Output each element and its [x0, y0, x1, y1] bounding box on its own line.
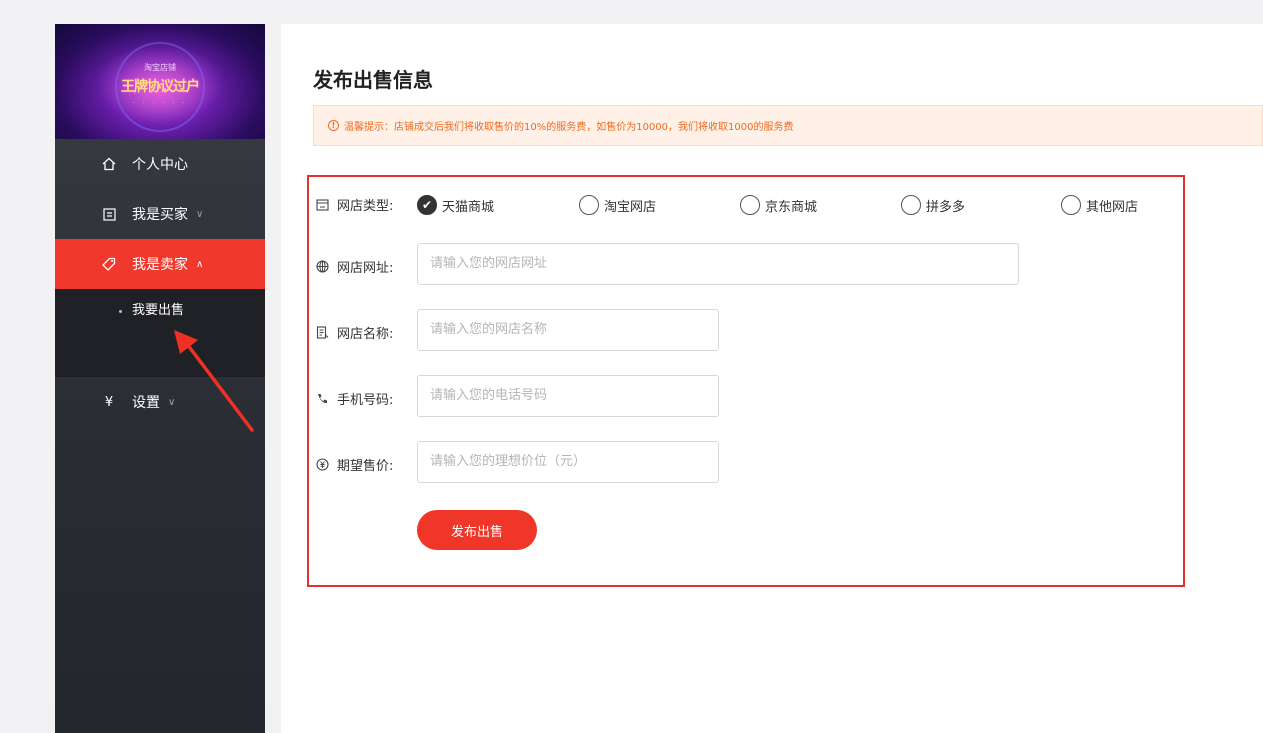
radio-pinduoduo[interactable]: 拼多多	[901, 195, 965, 215]
sidebar-item-seller[interactable]: 我是卖家 ∧	[55, 239, 265, 289]
shop-name-input[interactable]: 请输入您的网店名称	[417, 309, 719, 351]
radio-taobao[interactable]: 淘宝网店	[579, 195, 656, 215]
shop-url-input[interactable]: 请输入您的网店网址	[417, 243, 1019, 285]
phone-label: 手机号码:	[337, 393, 394, 408]
info-icon: !	[328, 120, 339, 131]
price-input[interactable]: 请输入您的理想价位（元）	[417, 441, 719, 483]
sell-form: 网店类型: ✔ 天猫商城 淘宝网店 京东商城 拼多多 其他网店 网店网址: 请输…	[307, 175, 1185, 587]
shop-name-label: 网店名称:	[337, 327, 394, 342]
check-icon: ✔	[417, 195, 437, 215]
banner-caption: · · · · · ·	[133, 100, 187, 107]
page-title: 发布出售信息	[313, 68, 433, 92]
sidebar-item-label: 我是卖家	[132, 257, 188, 273]
main-panel: 发布出售信息 ! 温馨提示：店铺成交后我们将收取售价的10%的服务费，如售价为1…	[281, 24, 1263, 733]
globe-icon	[315, 260, 329, 274]
sidebar-item-label: 我是买家	[132, 207, 188, 223]
radio-circle-icon	[1061, 195, 1081, 215]
radio-tmall[interactable]: ✔ 天猫商城	[417, 195, 494, 215]
submit-button[interactable]: 发布出售	[417, 510, 537, 550]
phone-input[interactable]: 请输入您的电话号码	[417, 375, 719, 417]
shop-url-label: 网店网址:	[337, 261, 394, 276]
radio-label: 淘宝网店	[604, 199, 657, 215]
yuan-coin-icon	[315, 458, 329, 472]
phone-icon	[315, 392, 329, 406]
radio-jd[interactable]: 京东商城	[740, 195, 817, 215]
radio-label: 京东商城	[765, 199, 818, 215]
tag-icon	[101, 256, 117, 272]
phone-row: 手机号码:	[315, 389, 408, 408]
submenu-item-sell[interactable]: 我要出售	[55, 301, 265, 321]
radio-other[interactable]: 其他网店	[1061, 195, 1138, 215]
bullet-icon	[119, 310, 122, 313]
sidebar-item-label: 设置	[132, 395, 160, 411]
shop-type-label: 网店类型:	[337, 199, 394, 214]
price-row: 期望售价:	[315, 455, 408, 474]
annotation-arrow-icon	[174, 330, 254, 432]
shop-url-row: 网店网址:	[315, 257, 408, 276]
notice-banner: ! 温馨提示：店铺成交后我们将收取售价的10%的服务费，如售价为10000，我们…	[313, 105, 1263, 146]
document-icon	[315, 326, 329, 340]
price-label: 期望售价:	[337, 459, 394, 474]
radio-label: 其他网店	[1086, 199, 1139, 215]
radio-circle-icon	[901, 195, 921, 215]
list-icon	[101, 206, 117, 222]
banner-subtitle: 淘宝店铺	[144, 63, 176, 72]
shop-type-row: 网店类型:	[315, 195, 408, 214]
sidebar-item-buyer[interactable]: 我是买家 ∨	[55, 189, 265, 239]
banner-title: 王牌协议过户	[121, 79, 200, 95]
yen-icon: ¥	[104, 394, 114, 410]
store-icon	[315, 198, 329, 212]
radio-label: 拼多多	[926, 199, 966, 215]
radio-label: 天猫商城	[442, 199, 495, 215]
sidebar-banner: 淘宝店铺 王牌协议过户 · · · · · ·	[55, 24, 265, 139]
radio-circle-icon	[740, 195, 760, 215]
shop-name-row: 网店名称:	[315, 323, 408, 342]
submenu-item-label: 我要出售	[132, 303, 185, 318]
chevron-down-icon: ∨	[196, 208, 204, 220]
chevron-up-icon: ∧	[196, 258, 204, 270]
sidebar-item-personal-center[interactable]: 个人中心	[55, 139, 265, 189]
home-icon	[101, 156, 117, 172]
sidebar-item-label: 个人中心	[132, 157, 188, 173]
radio-circle-icon	[579, 195, 599, 215]
notice-text: 温馨提示：店铺成交后我们将收取售价的10%的服务费，如售价为10000，我们将收…	[344, 122, 794, 133]
